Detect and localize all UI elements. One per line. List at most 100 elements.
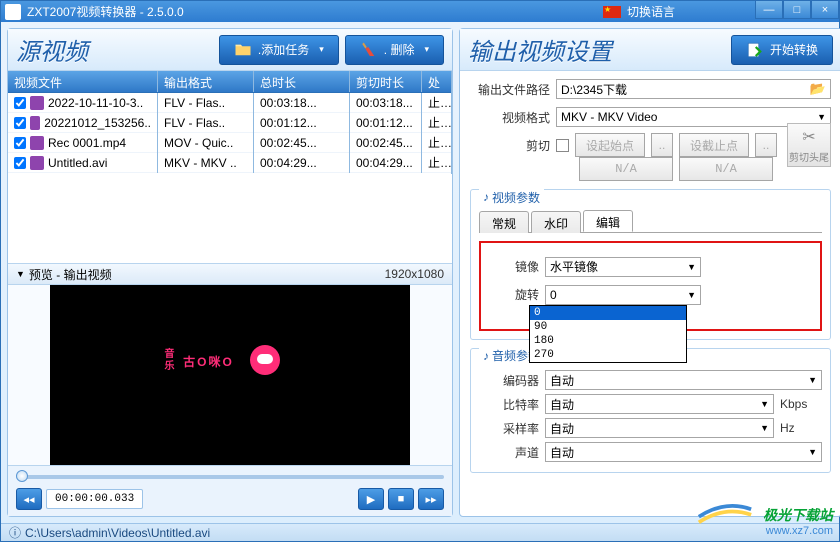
brush-icon [360, 41, 378, 59]
vfmt-value: MKV - MKV Video [561, 110, 657, 124]
note-icon: ♪ [483, 190, 489, 204]
video-canvas[interactable]: 音乐 古O咪O [50, 285, 410, 465]
stop-button[interactable]: ■ [388, 488, 414, 510]
channels-select[interactable]: 自动 ▼ [545, 442, 822, 462]
play-button[interactable]: ▶ [358, 488, 384, 510]
outpath-value: D:\2345下载 [561, 81, 627, 98]
samplerate-value: 自动 [550, 420, 574, 437]
table-row[interactable]: 20221012_153256.. FLV - Flas.. 00:01:12.… [8, 113, 452, 133]
video-file-icon [30, 156, 44, 170]
file-fmt: FLV - Flas.. [158, 113, 254, 133]
close-button[interactable]: × [811, 1, 839, 19]
app-icon [5, 4, 21, 20]
col-cut[interactable]: 剪切时长 [350, 71, 422, 92]
mirror-select[interactable]: 水平镜像 ▼ [545, 257, 701, 277]
rotate-option-270[interactable]: 270 [530, 348, 686, 362]
file-fmt: MOV - Quic.. [158, 133, 254, 153]
source-title: 源视频 [16, 32, 213, 67]
rotate-value: 0 [550, 288, 557, 302]
samplerate-select[interactable]: 自动 ▼ [545, 418, 774, 438]
file-name: Rec 0001.mp4 [48, 136, 126, 150]
channels-value: 自动 [550, 444, 574, 461]
info-icon: ⓘ [9, 524, 21, 541]
encoder-value: 自动 [550, 372, 574, 389]
video-params-fieldset: ♪ 视频参数 常规 水印 编辑 镜像 水平镜像 ▼ [470, 189, 831, 340]
titlebar: ZXT2007视频转换器 - 2.5.0.0 切换语言 — □ × [1, 1, 839, 22]
file-name: Untitled.avi [48, 156, 107, 170]
rotate-option-0[interactable]: 0 [530, 306, 686, 320]
start-convert-button[interactable]: 开始转换 [731, 35, 833, 65]
encoder-select[interactable]: 自动▼ [545, 370, 822, 390]
encoder-label: 编码器 [479, 372, 539, 389]
logo-sub: 音乐 [160, 348, 175, 372]
samplerate-label: 采样率 [479, 420, 539, 437]
vfmt-label: 视频格式 [470, 109, 550, 126]
preview-area: 音乐 古O咪O [8, 285, 452, 465]
output-title: 输出视频设置 [468, 32, 725, 67]
chevron-down-icon: ▾ [424, 44, 429, 55]
logo-badge-icon [250, 345, 280, 375]
cut-checkbox[interactable] [556, 139, 569, 152]
window-title: ZXT2007视频转换器 - 2.5.0.0 [27, 3, 184, 20]
outpath-label: 输出文件路径 [470, 81, 550, 98]
rotate-dropdown[interactable]: 0 90 180 270 [529, 305, 687, 363]
table-row[interactable]: Untitled.avi MKV - MKV .. 00:04:29... 00… [8, 153, 452, 173]
row-check[interactable] [14, 157, 26, 169]
set-start-button[interactable]: 设起始点 [575, 133, 645, 157]
tab-watermark[interactable]: 水印 [531, 211, 581, 233]
start-na: N/A [579, 157, 673, 181]
rotate-select[interactable]: 0 ▼ [545, 285, 701, 305]
bitrate-select[interactable]: 自动▼ [545, 394, 774, 414]
set-end-button[interactable]: 设截止点 [679, 133, 749, 157]
triangle-down-icon[interactable]: ▼ [16, 269, 25, 279]
channels-label: 声道 [479, 444, 539, 461]
table-row[interactable]: 2022-10-11-10-3.. FLV - Flas.. 00:03:18.… [8, 93, 452, 113]
file-cut: 00:04:29... [350, 153, 422, 173]
tab-general[interactable]: 常规 [479, 211, 529, 233]
rotate-option-180[interactable]: 180 [530, 334, 686, 348]
switch-language[interactable]: 切换语言 [603, 3, 675, 20]
outpath-field[interactable]: D:\2345下载 📂 [556, 79, 831, 99]
add-task-label: .添加任务 [258, 41, 309, 58]
source-video-panel: 源视频 .添加任务 ▾ . 删除 ▾ 视频文件 输出格式 总时长 剪切时长 处 … [7, 28, 453, 517]
row-check[interactable] [14, 137, 26, 149]
prev-frame-button[interactable]: ◂◂ [16, 488, 42, 510]
nudge-end-button[interactable]: .. [755, 133, 777, 157]
maximize-button[interactable]: □ [783, 1, 811, 19]
next-frame-button[interactable]: ▸▸ [418, 488, 444, 510]
status-path: C:\Users\admin\Videos\Untitled.avi [25, 526, 210, 540]
grid-header: 视频文件 输出格式 总时长 剪切时长 处 [8, 71, 452, 93]
table-row[interactable]: Rec 0001.mp4 MOV - Quic.. 00:02:45... 00… [8, 133, 452, 153]
folder-open-icon[interactable]: 📂 [810, 81, 826, 97]
seek-slider[interactable] [16, 472, 444, 482]
video-logo: 音乐 古O咪O [160, 345, 295, 375]
col-file[interactable]: 视频文件 [8, 71, 158, 92]
switch-language-label: 切换语言 [627, 3, 675, 20]
chevron-down-icon: ▼ [817, 112, 826, 122]
col-proc[interactable]: 处 [422, 71, 452, 92]
file-rows: 2022-10-11-10-3.. FLV - Flas.. 00:03:18.… [8, 93, 452, 263]
minimize-button[interactable]: — [755, 1, 783, 19]
col-total[interactable]: 总时长 [254, 71, 350, 92]
delete-button[interactable]: . 删除 ▾ [345, 35, 444, 65]
video-params-label: 视频参数 [492, 189, 540, 206]
bitrate-label: 比特率 [479, 396, 539, 413]
nudge-start-button[interactable]: .. [651, 133, 673, 157]
highlighted-area: 镜像 水平镜像 ▼ 旋转 0 ▼ 0 [479, 241, 822, 331]
add-task-button[interactable]: .添加任务 ▾ [219, 35, 339, 65]
chevron-down-icon: ▼ [808, 447, 817, 457]
file-fmt: FLV - Flas.. [158, 93, 254, 113]
rotate-option-90[interactable]: 90 [530, 320, 686, 334]
chevron-down-icon: ▼ [760, 423, 769, 433]
row-check[interactable] [14, 117, 26, 129]
playback-bar: ◂◂ 00:00:00.033 ▶ ■ ▸▸ [8, 465, 452, 516]
col-outfmt[interactable]: 输出格式 [158, 71, 254, 92]
row-check[interactable] [14, 97, 26, 109]
start-label: 开始转换 [770, 41, 818, 58]
timecode: 00:00:00.033 [46, 489, 143, 509]
bitrate-value: 自动 [550, 396, 574, 413]
preview-label: 预览 - 输出视频 [29, 266, 112, 283]
file-dur: 00:04:29... [254, 153, 350, 173]
flag-icon [603, 6, 621, 18]
tab-edit[interactable]: 编辑 [583, 210, 633, 232]
